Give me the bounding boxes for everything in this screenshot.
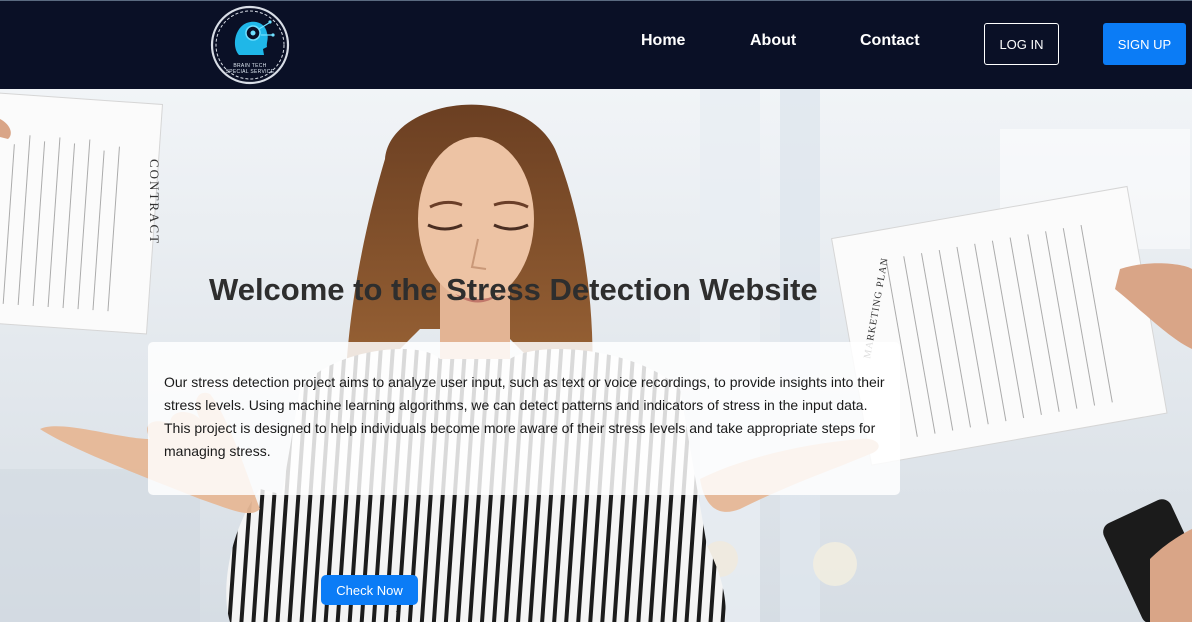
brand-logo[interactable]: BRAIN TECH SPECIAL SERVICE [209,3,291,87]
logo-text: BRAIN TECH SPECIAL SERVICE [209,63,291,75]
navbar: BRAIN TECH SPECIAL SERVICE Home About Co… [0,0,1192,89]
paper-left-label: CONTRACT [147,159,162,245]
description-text: Our stress detection project aims to ana… [164,374,885,459]
check-now-button[interactable]: Check Now [321,575,418,605]
signup-button[interactable]: SIGN UP [1103,23,1186,65]
logo-text-line2: SPECIAL SERVICE [225,69,275,75]
login-button[interactable]: LOG IN [984,23,1059,65]
nav-link-contact[interactable]: Contact [860,32,920,50]
nav-link-about[interactable]: About [750,32,796,50]
hero-title: Welcome to the Stress Detection Website [209,272,818,307]
hero-section: CONTRACT MARKETING PLAN Welcome to the S… [0,89,1192,622]
description-card: Our stress detection project aims to ana… [148,342,900,495]
page: BRAIN TECH SPECIAL SERVICE Home About Co… [0,0,1192,622]
nav-link-home[interactable]: Home [641,32,685,50]
